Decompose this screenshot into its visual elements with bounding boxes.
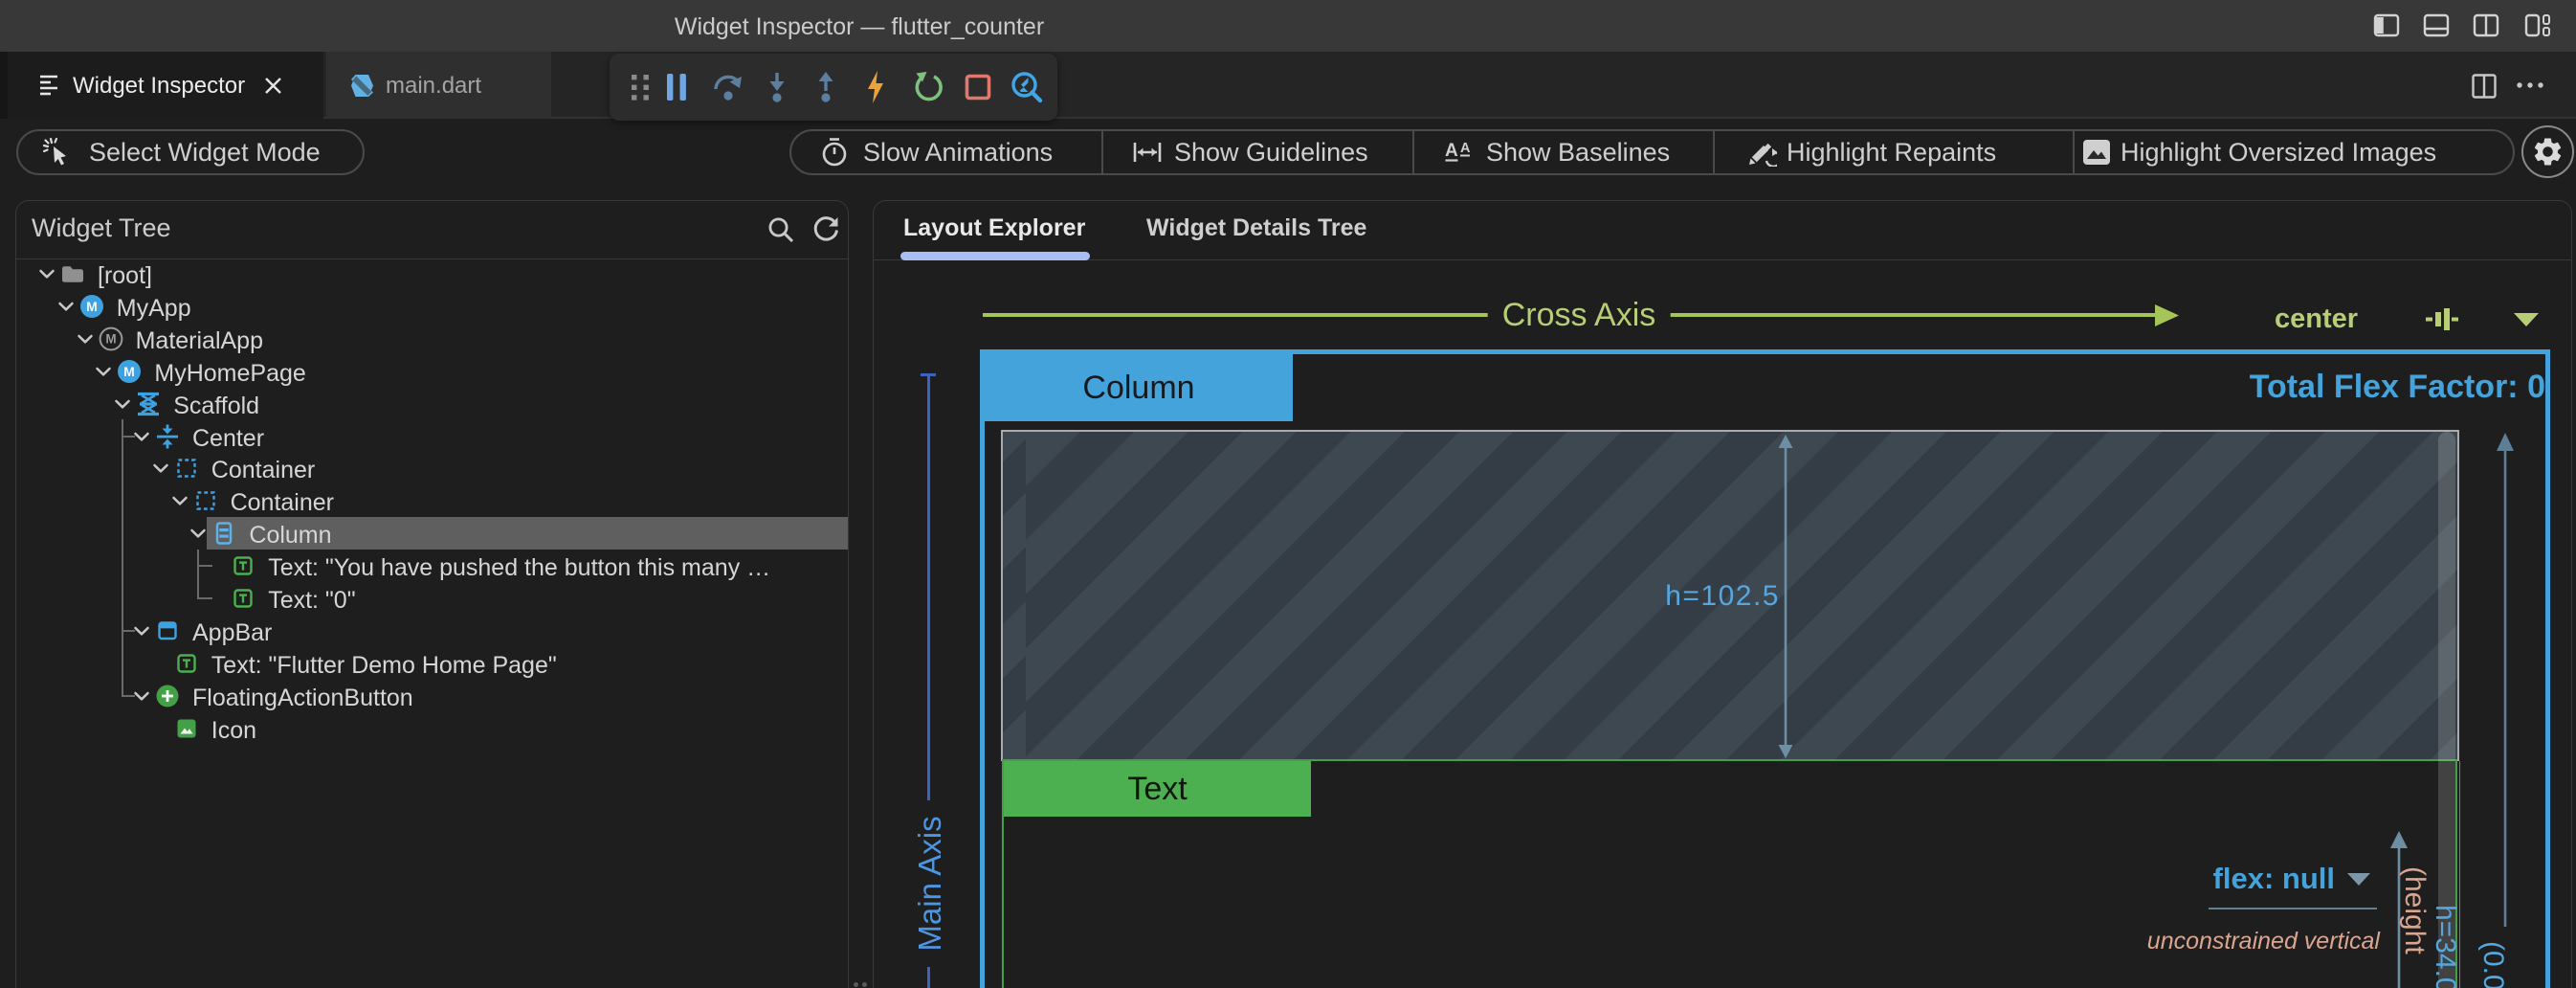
svg-text:A: A <box>1460 141 1471 156</box>
svg-text:A: A <box>1445 141 1458 161</box>
